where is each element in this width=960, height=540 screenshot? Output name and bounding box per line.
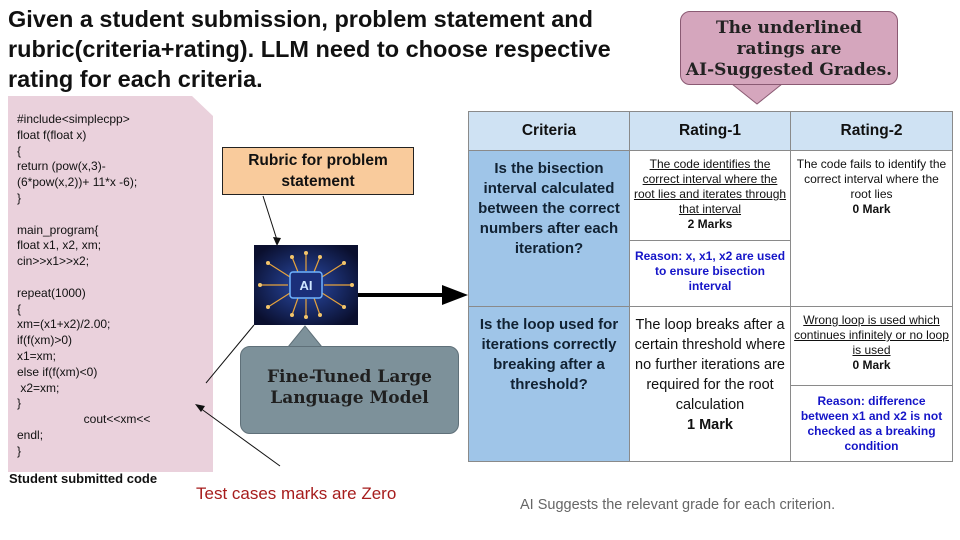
rating-cell: The code identifies the correct interval… [629,150,791,241]
header-rating-1: Rating-1 [629,111,791,151]
footer-note: AI Suggests the relevant grade for each … [520,497,836,513]
reason-cell: Reason: x, x1, x2 are used to ensure bis… [629,240,791,307]
ai-chip-icon: AI [254,245,358,325]
callout-line-1: The underlined [715,18,863,38]
rating-text: The code fails to identify the correct i… [796,157,947,201]
reason-cell: Reason: difference between x1 and x2 is … [790,385,953,462]
main-arrow-head [442,285,468,305]
header-criteria: Criteria [468,111,630,151]
table-row: Is the loop used for iterations correctl… [468,306,953,462]
rating-marks: 0 Mark [852,202,891,216]
criterion-cell: Is the loop used for iterations correctl… [468,306,630,462]
rating-cell: The loop breaks after a certain threshol… [629,306,791,462]
rating-text: The code identifies the correct interval… [633,157,787,216]
rating-cell: Wrong loop is used which continues infin… [790,306,953,386]
test-cases-note: Test cases marks are Zero [196,484,397,503]
model-callout: Fine-Tuned Large Language Model [240,346,459,434]
rating-cell: The code fails to identify the correct i… [790,150,953,307]
ai-chip-label: AI [300,278,313,293]
rating-marks: 0 Mark [852,358,891,372]
rating-marks: 2 Marks [687,217,733,231]
ai-suggested-callout: The underlined ratings are AI-Suggested … [680,11,898,85]
rating-text: Wrong loop is used which continues infin… [794,313,949,357]
rubric-label-box: Rubric for problem statement [222,147,414,195]
rubric-table: Criteria Rating-1 Rating-2 Is the bisect… [468,111,953,462]
table-row: Is the bisection interval calculated bet… [468,150,953,307]
callout-line-3: AI-Suggested Grades. [685,60,893,80]
rubric-arrow-line [262,195,278,241]
rating-text: The loop breaks after a certain threshol… [634,317,786,413]
rating-marks: 1 Mark [687,417,733,433]
model-callout-tail [286,325,324,348]
callout-tail [730,83,784,105]
table-header-row: Criteria Rating-1 Rating-2 [468,111,953,151]
student-code: #include<simplecpp> float f(float x) { r… [17,112,151,458]
code-caption: Student submitted code [9,471,158,486]
criterion-cell: Is the bisection interval calculated bet… [468,150,630,307]
header-rating-2: Rating-2 [790,111,953,151]
callout-line-2: ratings are [736,39,842,59]
